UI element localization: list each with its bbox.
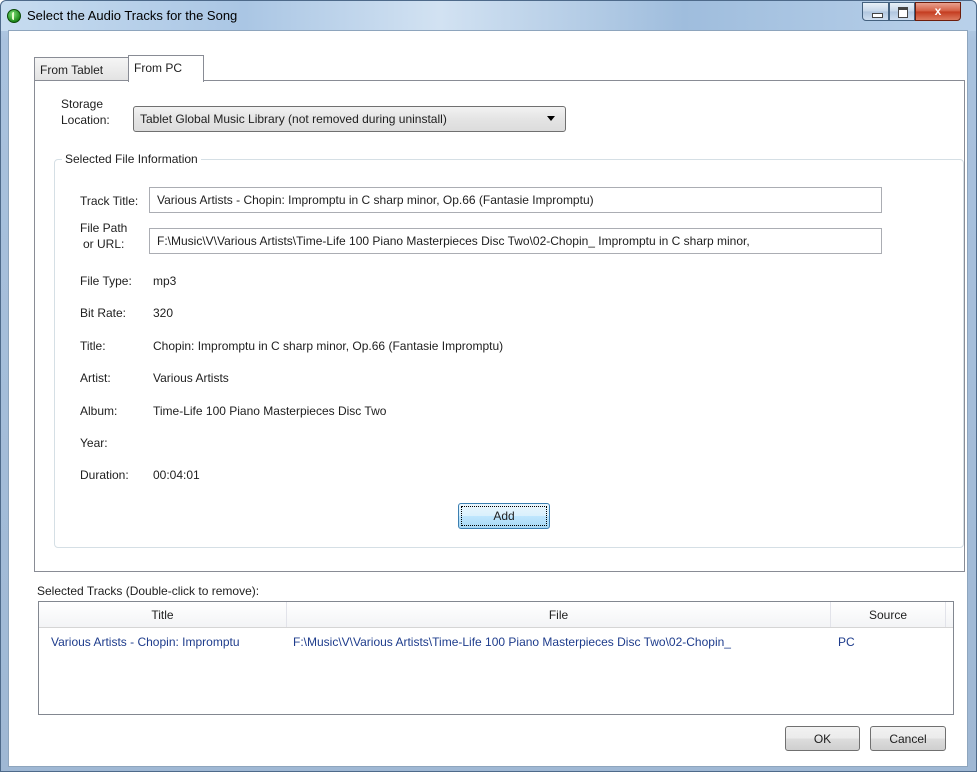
title-label: Title: <box>80 339 106 353</box>
track-title-label: Track Title: <box>80 194 139 208</box>
selected-tracks-caption: Selected Tracks (Double-click to remove)… <box>37 584 260 598</box>
storage-label-line1: Storage <box>61 97 104 111</box>
artist-label: Artist: <box>80 371 111 385</box>
close-icon: x <box>934 4 942 18</box>
row-file-cell: F:\Music\V\Various Artists\Time-Life 100… <box>293 635 731 649</box>
file-type-value: mp3 <box>153 274 177 288</box>
file-type-label: File Type: <box>80 274 132 288</box>
file-path-label-line2: or URL: <box>83 237 125 251</box>
file-path-input[interactable]: F:\Music\V\Various Artists\Time-Life 100… <box>149 228 882 254</box>
window-title: Select the Audio Tracks for the Song <box>27 8 238 23</box>
row-source-cell: PC <box>838 635 855 649</box>
album-label: Album: <box>80 404 118 418</box>
duration-label: Duration: <box>80 468 129 482</box>
title-value: Chopin: Impromptu in C sharp minor, Op.6… <box>153 339 504 353</box>
bit-rate-label: Bit Rate: <box>80 306 127 320</box>
artist-value: Various Artists <box>153 371 229 385</box>
year-label: Year: <box>80 436 108 450</box>
minimize-icon <box>872 13 883 18</box>
focus-rect <box>461 506 547 526</box>
album-value: Time-Life 100 Piano Masterpieces Disc Tw… <box>153 404 387 418</box>
tab-from-tablet[interactable]: From Tablet <box>34 57 129 80</box>
row-title-cell: Various Artists - Chopin: Impromptu <box>51 635 240 649</box>
ok-button[interactable]: OK <box>785 726 860 751</box>
tab-from-pc[interactable]: From PC <box>128 55 204 82</box>
file-path-label-line1: File Path <box>80 221 128 235</box>
close-button[interactable]: x <box>915 2 961 21</box>
list-header: Title File Source <box>39 602 953 628</box>
title-bar[interactable]: Select the Audio Tracks for the Song x <box>1 1 976 31</box>
column-header-file[interactable]: File <box>287 602 831 627</box>
duration-value: 00:04:01 <box>153 468 200 482</box>
selected-file-info-group <box>54 159 964 548</box>
group-title: Selected File Information <box>62 152 201 166</box>
cancel-button[interactable]: Cancel <box>870 726 946 751</box>
storage-location-value: Tablet Global Music Library (not removed… <box>140 112 447 126</box>
selected-tracks-list[interactable]: Title File Source Various Artists - Chop… <box>38 601 954 715</box>
storage-location-dropdown[interactable]: Tablet Global Music Library (not removed… <box>133 106 566 132</box>
maximize-button[interactable] <box>889 2 915 21</box>
add-button[interactable]: Add <box>458 503 550 529</box>
maximize-icon <box>898 7 908 18</box>
column-header-source[interactable]: Source <box>831 602 946 627</box>
bit-rate-value: 320 <box>153 306 174 320</box>
storage-label-line2: Location: <box>61 113 110 127</box>
column-header-title[interactable]: Title <box>39 602 287 627</box>
chevron-down-icon <box>547 116 555 121</box>
minimize-button[interactable] <box>862 2 889 21</box>
track-title-input[interactable]: Various Artists - Chopin: Impromptu in C… <box>149 187 882 213</box>
app-icon <box>7 9 21 23</box>
